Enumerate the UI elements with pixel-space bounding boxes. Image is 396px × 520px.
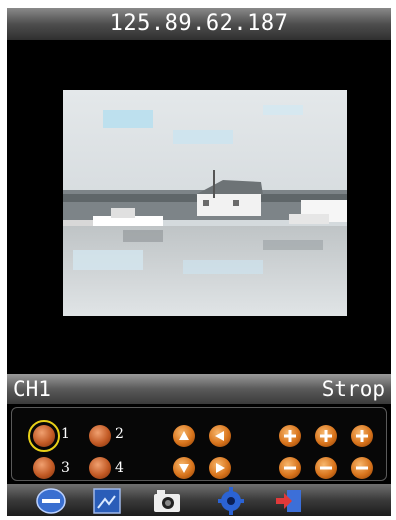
channel-4-label: 4	[115, 460, 124, 476]
iris-open-button[interactable]	[351, 425, 373, 447]
channel-1-label: 1	[61, 426, 70, 442]
snapshot-icon[interactable]	[151, 487, 183, 515]
settings-icon[interactable]	[215, 487, 247, 515]
control-panel: 1 2 3 4	[7, 404, 391, 484]
video-area	[7, 40, 391, 374]
live-view-icon[interactable]	[35, 487, 67, 515]
up-icon	[179, 431, 189, 440]
left-icon	[215, 431, 224, 441]
plus-icon	[284, 430, 296, 442]
stream-label[interactable]: Strop	[322, 374, 385, 404]
down-icon	[179, 464, 189, 473]
pan-right-button[interactable]	[209, 457, 231, 479]
channel-label: CH1	[13, 377, 51, 401]
channel-2-button[interactable]	[89, 425, 111, 447]
right-icon	[216, 463, 225, 473]
plus-icon	[356, 430, 368, 442]
channel-1-button[interactable]	[28, 420, 60, 452]
app-frame: 125.89.62.187 CH1 Strop 1 2 3 4	[7, 8, 391, 516]
channel-2-label: 2	[115, 426, 124, 442]
channel-bar: CH1 Strop	[7, 374, 391, 404]
iris-close-button[interactable]	[351, 457, 373, 479]
pan-up-button[interactable]	[173, 425, 195, 447]
plus-icon	[320, 430, 332, 442]
window-title: 125.89.62.187	[7, 8, 391, 40]
minus-icon	[356, 466, 368, 470]
gallery-icon[interactable]	[91, 487, 123, 515]
minus-icon	[320, 466, 332, 470]
pan-left-button[interactable]	[209, 425, 231, 447]
zoom-in-button[interactable]	[279, 425, 301, 447]
channel-3-label: 3	[61, 460, 70, 476]
camera-video-feed[interactable]	[63, 90, 347, 316]
channel-3-button[interactable]	[33, 457, 55, 479]
minus-icon	[284, 466, 296, 470]
focus-in-button[interactable]	[315, 425, 337, 447]
pan-down-button[interactable]	[173, 457, 195, 479]
focus-out-button[interactable]	[315, 457, 337, 479]
exit-icon[interactable]	[273, 487, 305, 515]
channel-4-button[interactable]	[89, 457, 111, 479]
zoom-out-button[interactable]	[279, 457, 301, 479]
bottom-toolbar	[7, 484, 391, 516]
